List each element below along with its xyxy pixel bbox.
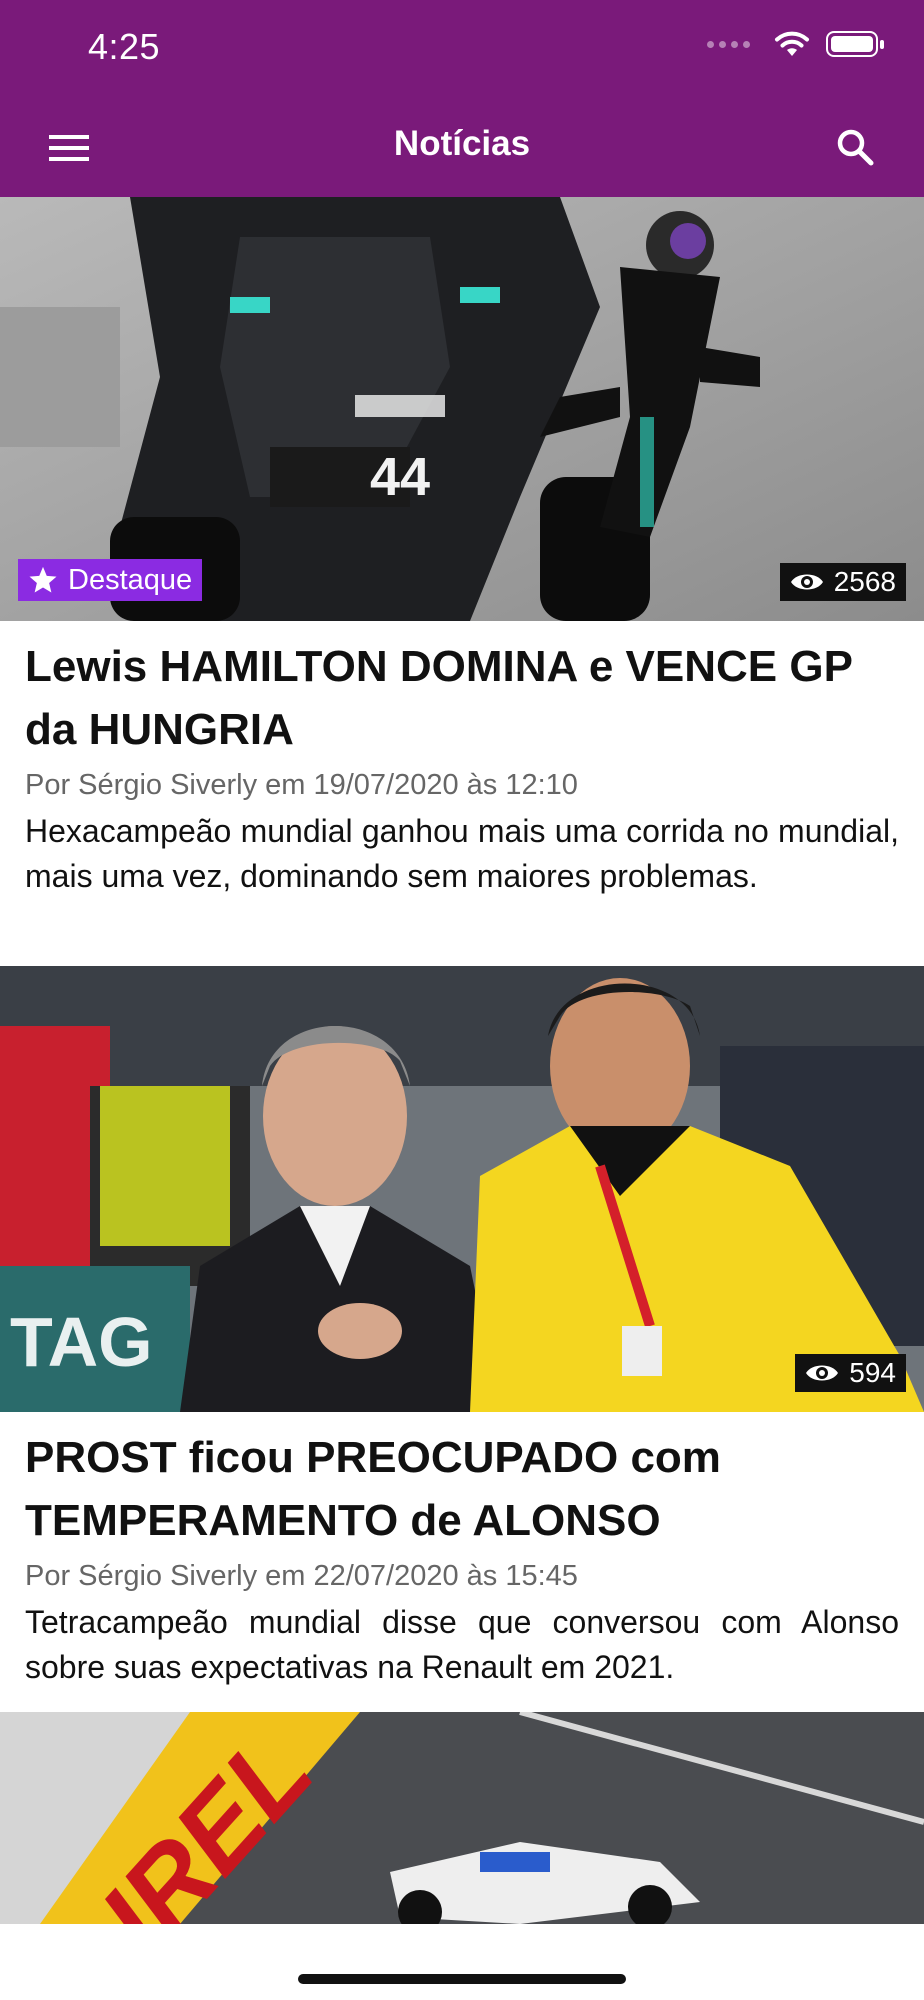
wifi-icon [775,31,809,56]
article-title[interactable]: PROST ficou PREOCUPADO com TEMPERAMENTO … [0,1426,924,1552]
app-header: 4:25 Notícias [0,0,924,197]
track-photo: IREL [0,1712,924,1924]
featured-badge: Destaque [18,559,203,601]
article-meta: Por Sérgio Siverly em 22/07/2020 às 15:4… [25,1560,578,1592]
signal-icon [707,40,750,48]
page-title: Notícias [393,124,531,163]
paddock-photo: TAG [0,966,924,1412]
article-card[interactable]: IREL [0,1712,924,1924]
views-badge: 2568 [779,563,906,601]
home-indicator[interactable] [298,1974,626,1984]
article-card[interactable]: 44 Destaque 2568 Lewis HAMILTON DOMINA e… [0,197,924,899]
article-meta: Por Sérgio Siverly em 19/07/2020 às 12:1… [25,769,578,801]
status-icons [707,30,884,58]
article-image[interactable]: 44 Destaque 2568 [0,197,924,621]
featured-label: Destaque [68,563,193,596]
article-image[interactable]: TAG 594 [0,966,924,1412]
views-count: 2568 [833,566,896,597]
search-icon [837,129,874,166]
battery-icon [826,31,884,57]
bottom-safe-area [0,1924,924,2000]
star-icon [29,566,57,593]
article-summary: Hexacampeão mundial ganhou mais uma corr… [25,813,899,894]
views-count: 594 [849,1357,896,1388]
article-card[interactable]: TAG 594 PROST ficou PREOCUPADO com TEMPE… [0,966,924,1690]
svg-text:TAG: TAG [10,1303,153,1381]
eye-icon [806,1365,839,1381]
news-screen: 4:25 Notícias 44 Destaque 2568 Lewis HAM… [0,0,924,2000]
eye-icon [790,574,823,590]
svg-text:44: 44 [370,447,430,507]
article-summary: Tetracampeão mundial disse que conversou… [25,1604,899,1685]
search-button[interactable] [828,120,882,174]
status-time: 4:25 [88,26,161,67]
article-title[interactable]: Lewis HAMILTON DOMINA e VENCE GP da HUNG… [0,635,924,761]
race-car-photo: 44 [0,197,924,621]
article-image[interactable]: IREL [0,1712,924,1924]
views-badge: 594 [795,1354,906,1392]
